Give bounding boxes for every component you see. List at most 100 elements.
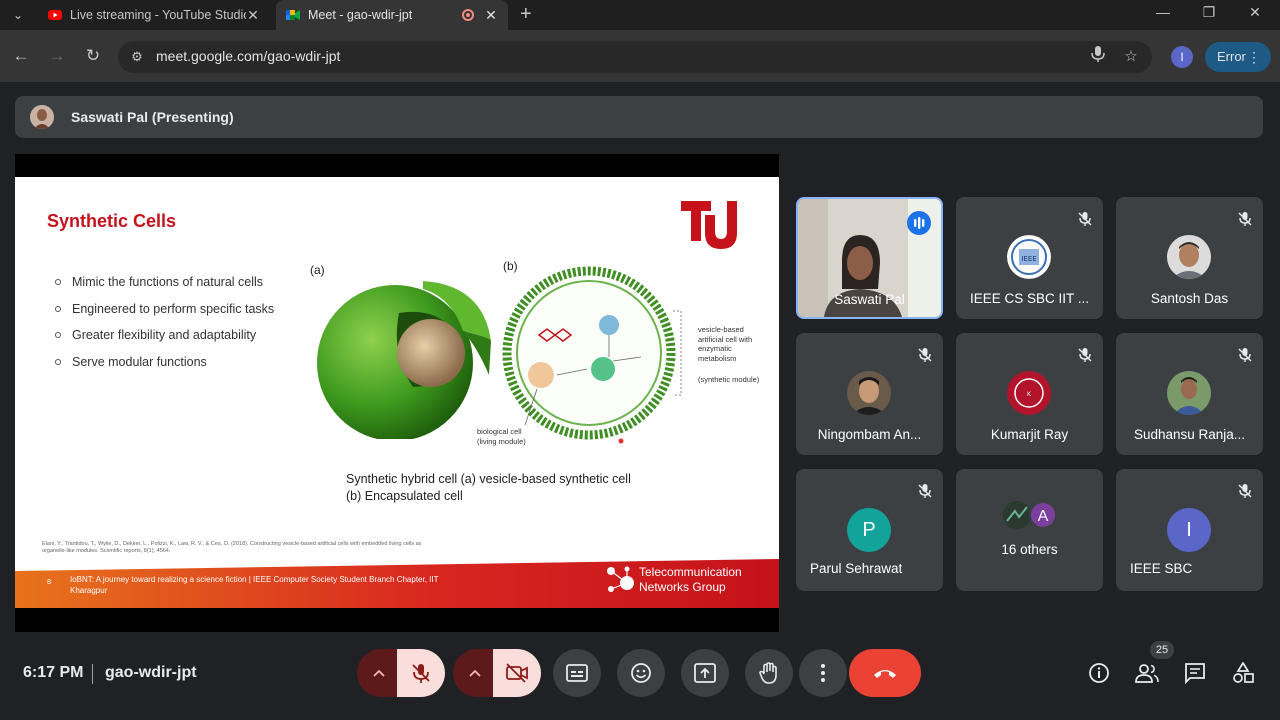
tu-berlin-logo (681, 201, 745, 249)
participant-tile[interactable]: A 16 others (956, 469, 1103, 591)
participant-tile[interactable]: IEEE IEEE CS SBC IIT ... (956, 197, 1103, 319)
participant-tile[interactable]: Sudhansu Ranja... (1116, 333, 1263, 455)
activities-icon[interactable] (1230, 660, 1256, 686)
bullet-item: Serve modular functions (55, 349, 274, 376)
participant-avatar (1167, 371, 1211, 415)
participant-name: Saswati Pal (834, 292, 905, 307)
bookmark-star-icon[interactable]: ☆ (1120, 46, 1142, 68)
closed-captions-icon (566, 664, 588, 682)
minimize-icon[interactable]: — (1140, 4, 1186, 20)
participant-letter-avatar: A (1029, 501, 1057, 529)
participant-avatar (847, 371, 891, 415)
new-tab-button[interactable]: + (520, 3, 532, 26)
mic-off-icon (1238, 348, 1252, 362)
divider (92, 664, 93, 684)
tkn-logo: Telecommunication Networks Group (603, 563, 773, 597)
tab-title: Live streaming - YouTube Studio (70, 8, 246, 22)
participant-name: 16 others (1001, 542, 1058, 557)
present-screen-button[interactable] (681, 649, 729, 697)
mic-off-icon (1078, 348, 1092, 362)
url-text[interactable]: meet.google.com/gao-wdir-jpt (156, 48, 340, 64)
site-info-icon[interactable]: ⚙ (128, 48, 146, 66)
meeting-clock: 6:17 PM (23, 664, 84, 681)
close-tab-icon[interactable]: ✕ (484, 7, 498, 24)
participant-tile[interactable]: K Kumarjit Ray (956, 333, 1103, 455)
more-vert-icon: ⋮ (1247, 49, 1261, 65)
hand-icon (759, 662, 777, 684)
tkn-network-icon (607, 566, 634, 592)
call-end-icon (874, 670, 896, 678)
captions-button[interactable] (553, 649, 601, 697)
recording-icon (462, 9, 474, 21)
mic-off-icon (1238, 212, 1252, 226)
more-options-button[interactable] (799, 649, 847, 697)
restore-icon[interactable]: ❐ (1186, 4, 1232, 21)
microphone-toggle-button[interactable] (397, 649, 445, 697)
youtube-icon (48, 10, 62, 20)
participant-avatar (1167, 235, 1211, 279)
emoji-icon (631, 663, 651, 683)
participant-name: Sudhansu Ranja... (1133, 427, 1246, 442)
participant-avatar: IEEE (1007, 235, 1051, 279)
reactions-button[interactable] (617, 649, 665, 697)
close-tab-icon[interactable]: ✕ (246, 7, 260, 24)
participant-count-badge: 25 (1150, 641, 1174, 659)
camera-toggle-button[interactable] (493, 649, 541, 697)
presentation-slide: Synthetic Cells Mimic the functions of n… (15, 177, 779, 608)
raise-hand-button[interactable] (745, 649, 793, 697)
meeting-details-icon[interactable] (1086, 660, 1112, 686)
error-label: Error (1217, 49, 1246, 64)
chevron-up-icon (469, 669, 481, 677)
tab-youtube-studio[interactable]: Live streaming - YouTube Studio ✕ (38, 0, 270, 30)
participant-name: IEEE SBC (1130, 561, 1193, 576)
participant-tile[interactable]: P Parul Sehrawat (796, 469, 943, 591)
participant-name: Santosh Das (1150, 291, 1229, 306)
participant-name: IEEE CS SBC IIT ... (969, 291, 1090, 306)
profile-avatar[interactable]: I (1171, 46, 1193, 68)
videocam-off-icon (506, 663, 528, 683)
forward-arrow-icon[interactable]: → (45, 44, 69, 68)
svg-text:IEEE: IEEE (1021, 255, 1036, 263)
participant-tile[interactable]: Ningombam An... (796, 333, 943, 455)
logo-line: Telecommunication (639, 565, 742, 579)
tab-search-button[interactable]: ⌄ (8, 5, 28, 25)
tab-title: Meet - gao-wdir-jpt (308, 8, 413, 22)
participant-tile[interactable]: I IEEE SBC (1116, 469, 1263, 591)
error-button[interactable]: Error ⋮ (1205, 42, 1271, 72)
bullet-list: Mimic the functions of natural cells Eng… (55, 269, 274, 375)
video-settings-button[interactable] (453, 649, 497, 697)
back-arrow-icon[interactable]: ← (9, 44, 33, 68)
participant-letter-avatar: I (1167, 508, 1211, 552)
mic-off-icon (1078, 212, 1092, 226)
participant-name: Ningombam An... (817, 427, 922, 442)
chevron-up-icon (373, 669, 385, 677)
figure-caption: Synthetic hybrid cell (a) vesicle-based … (346, 471, 631, 505)
synthetic-cell-figure-a (317, 281, 491, 439)
speaking-indicator-icon (907, 211, 931, 235)
logo-line: Networks Group (639, 580, 726, 594)
mic-off-icon (918, 484, 932, 498)
caption-line: (b) Encapsulated cell (346, 489, 463, 503)
close-window-icon[interactable]: ✕ (1232, 4, 1278, 21)
audio-settings-button[interactable] (357, 649, 401, 697)
participant-tile[interactable]: Santosh Das (1116, 197, 1263, 319)
more-vert-icon (821, 664, 825, 682)
slide-page-number: 8 (47, 577, 52, 586)
chat-icon[interactable] (1182, 660, 1208, 686)
bullet-item: Greater flexibility and adaptability (55, 322, 274, 349)
vesicle-annotation: vesicle-based artificial cell with enzym… (698, 325, 753, 363)
participant-avatar: K (1007, 371, 1051, 415)
tab-google-meet[interactable]: Meet - gao-wdir-jpt ✕ (276, 0, 508, 30)
people-icon[interactable] (1134, 660, 1160, 686)
leave-call-button[interactable] (849, 649, 921, 697)
participant-tile[interactable]: Saswati Pal (796, 197, 943, 319)
mic-off-icon (412, 664, 430, 683)
bio-cell-annotation: biological cell (living module) (477, 427, 526, 446)
microphone-icon[interactable] (1087, 46, 1109, 68)
reload-icon[interactable]: ↻ (81, 44, 105, 68)
bullet-item: Mimic the functions of natural cells (55, 269, 274, 296)
synthetic-module-annotation: (synthetic module) (698, 375, 760, 384)
participant-name: Parul Sehrawat (810, 561, 903, 576)
mic-off-icon (918, 348, 932, 362)
citation-footnote: Elani, Y., Trantidou, T., Wylie, D., Dek… (42, 541, 422, 554)
